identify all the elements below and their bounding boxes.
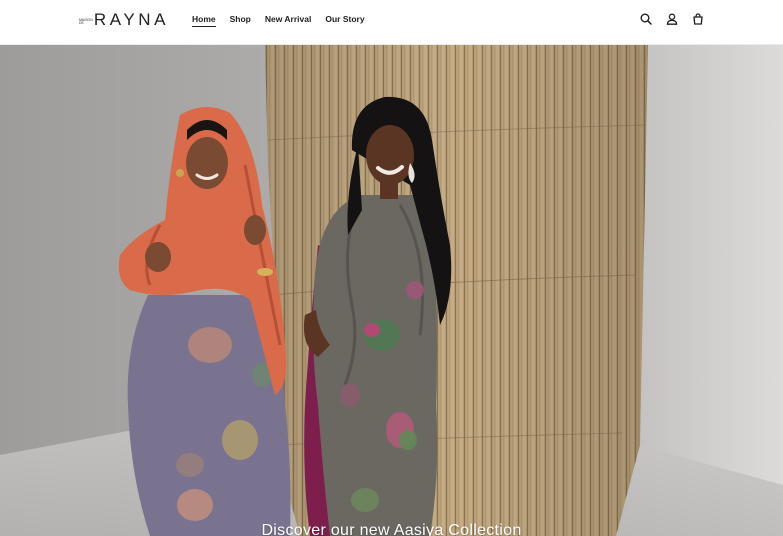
search-icon[interactable] <box>639 12 653 26</box>
account-icon[interactable] <box>665 12 679 26</box>
site-header: MAISON DE RAYNA Home Shop New Arrival Ou… <box>0 0 783 45</box>
nav-shop[interactable]: Shop <box>230 14 251 27</box>
nav-home[interactable]: Home <box>192 14 216 27</box>
header-actions <box>639 12 705 26</box>
hero-image <box>0 45 783 536</box>
main-nav: Home Shop New Arrival Our Story <box>192 14 379 27</box>
nav-our-story[interactable]: Our Story <box>325 14 364 27</box>
cart-icon[interactable] <box>691 12 705 26</box>
nav-new-arrival[interactable]: New Arrival <box>265 14 311 27</box>
brand-logo[interactable]: MAISON DE RAYNA <box>79 10 169 28</box>
logo-wordmark: RAYNA <box>93 10 170 29</box>
hero-banner[interactable]: Discover our new Aasiya Collection <box>0 45 783 536</box>
hero-caption: Discover our new Aasiya Collection <box>261 522 522 536</box>
logo-subtext: MAISON DE <box>79 17 93 26</box>
